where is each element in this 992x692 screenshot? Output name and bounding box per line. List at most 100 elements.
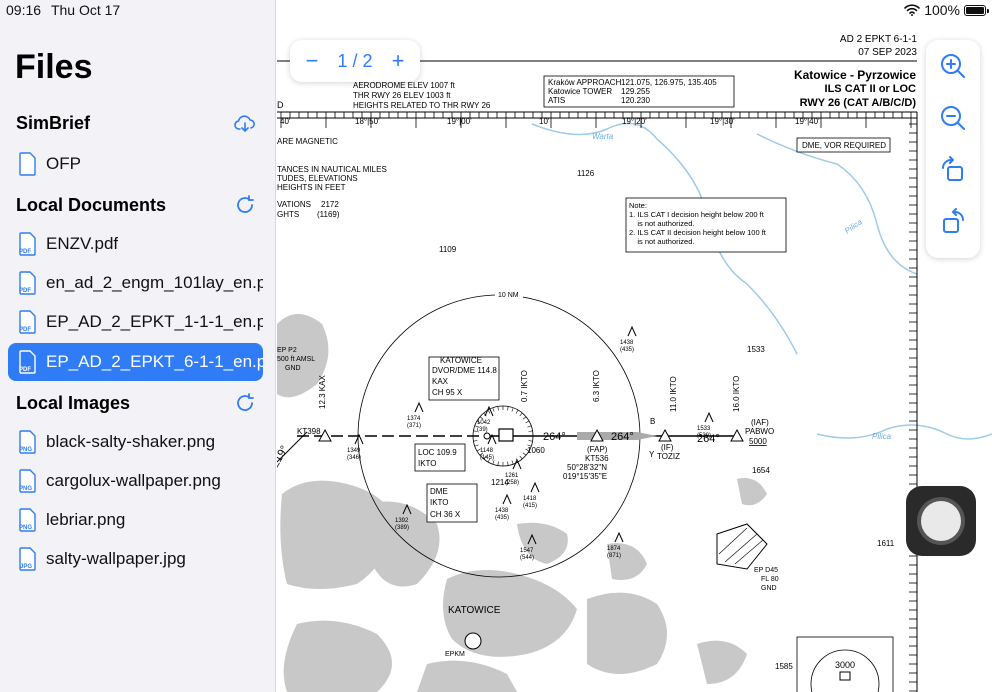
chart-title: Katowice - Pyrzowice [794,68,916,82]
obstacle-label: (435) [495,515,509,521]
file-item-epkt-1[interactable]: PDF EP_AD_2_EPKT_1-1-1_en.pdf [8,303,263,341]
box-text: CH 95 X [432,388,463,397]
battery-icon [964,4,989,16]
area-label: EP P2 [277,347,297,354]
elev-line-1: AERODROME ELEV 1007 ft [353,81,456,90]
note-line: ARE MAGNETIC [277,137,338,146]
note-line: VATIONS [277,200,311,209]
note-text: 1. ILS CAT I decision height below 200 f… [629,210,765,219]
note-text: Note: [629,201,647,210]
compass-tick [519,412,523,417]
obstacle-label: (371) [407,423,421,429]
distance-label: 12.3 KAX [318,375,327,409]
svg-text:PDF: PDF [19,249,31,255]
note-line: HEIGHTS IN FEET [277,183,346,192]
pdf-viewer[interactable]: AD 2 EPKT 6-1-1 07 SEP 2023 Katowice - P… [277,24,992,692]
fix-letter: Y [649,450,655,459]
distance-label: 0.7 IKTO [520,370,529,402]
freq-value-1: 121.075, 126.975, 135.405 [621,78,717,87]
sidebar-title: Files [15,48,93,86]
file-item-ofp[interactable]: OFP [8,145,263,183]
obstacle-label: 1148 [480,448,494,454]
file-label: lebriar.png [46,510,126,529]
note-value: (1169) [317,210,340,219]
section-local-documents: Local Documents [16,195,167,215]
rivers [531,122,992,440]
refresh-documents-icon[interactable] [233,193,257,217]
course-label: 264° [543,431,566,443]
obstacle-label: 1438 [620,340,634,346]
obstacle-label: 1874 [607,546,621,552]
chart-subtitle: ILS CAT II or LOC [825,83,917,95]
note-line: TUDES, ELEVATIONS [277,174,358,183]
freq-list: Kraków APPROACH 121.075, 126.975, 135.40… [548,78,717,105]
png-icon: PNG [19,469,36,493]
distance-label: 16.0 IKTO [732,376,741,412]
zoom-out-icon[interactable] [939,104,967,132]
freq-name-2: Katowice TOWER [548,87,612,96]
elevation-label: 1060 [527,446,545,455]
obstacle-symbol [530,481,540,493]
compass-tick [511,460,514,465]
section-simbrief: SimBrief [16,113,91,133]
epkm-airport-symbol [464,632,482,650]
rotate-right-icon[interactable] [939,208,967,236]
lat-label: 10' [539,117,550,126]
file-item-engm[interactable]: PDF en_ad_2_engm_101lay_en.pdf [8,264,263,302]
river-label: Pilica [872,432,892,441]
refresh-images-icon[interactable] [233,391,257,415]
svg-text:PDF: PDF [19,367,31,373]
svg-text:PNG: PNG [19,447,32,453]
compass-tick [522,416,527,420]
fix-label: 50°28'32"N [567,463,607,472]
elevation-label: 1109 [439,245,457,254]
svg-text:JPG: JPG [20,564,32,570]
area-label: EP D45 [754,567,778,574]
date-text: Thu Oct 17 [50,2,121,18]
river-label: Pilica [843,217,864,236]
file-item-lebriar[interactable]: PNG lebriar.png [8,501,263,539]
note-text: 2. ILS CAT II decision height below 100 … [629,228,767,237]
chart-date-text: 07 SEP 2023 [858,47,917,58]
obstacle-label: 1547 [520,548,534,554]
note-line: TANCES IN NAUTICAL MILES [277,165,387,174]
zoom-in-icon[interactable] [939,52,967,80]
file-item-epkt-6[interactable]: PDF EP_AD_2_EPKT_6-1-1_en.pdf [8,343,263,381]
msa-label: 3000 [835,660,855,670]
file-item-black-salty-shaker[interactable]: PNG black-salty-shaker.png [8,423,263,461]
png-icon: PNG [19,508,36,532]
ring-label: 10 NM [498,292,519,299]
area-label: FL 80 [761,576,779,583]
file-item-cargolux-wallpaper[interactable]: PNG cargolux-wallpaper.png [8,462,263,500]
compass-tick [522,452,527,456]
page-indicator: 1 / 2 [337,50,373,71]
pdf-icon: PDF [19,271,36,295]
compass-tick [507,461,509,466]
cut-char: D [277,100,284,110]
course-label: 264° [611,431,634,443]
fix-label: KT398 [297,427,321,436]
obstacle-label: (435) [620,347,634,353]
lat-label: 19°|00' [447,117,472,126]
compass-tick [474,444,479,447]
compass-tick [479,416,484,420]
pdf-icon: PDF [19,350,36,374]
elevation-label: 1126 [577,169,595,178]
rotate-left-icon[interactable] [939,156,967,184]
box-text: CH 36 X [430,510,461,519]
sidebar-status-time: 09:16 Thu Oct 17 [6,2,120,18]
obstacle-label: (346) [347,455,361,461]
compass-tick [515,409,519,414]
freq-name-1: Kraków APPROACH [548,78,622,87]
vor-symbol [483,432,491,440]
previous-page-button[interactable]: − [300,48,324,74]
cloud-download-icon[interactable] [233,112,257,136]
dme-distance-labels: 0.7 IKTO 6.3 IKTO 11.0 IKTO 16.0 IKTO 12… [318,370,741,412]
next-page-button[interactable]: + [386,48,410,74]
file-item-enzv[interactable]: PDF ENZV.pdf [8,225,263,263]
approach-chart: AD 2 EPKT 6-1-1 07 SEP 2023 Katowice - P… [277,34,992,692]
assistive-touch-button[interactable] [906,486,976,556]
lat-label: 19°|20' [622,117,647,126]
file-item-salty-wallpaper[interactable]: JPG salty-wallpaper.jpg [8,540,263,578]
obstacle: 1533(530) [697,411,714,439]
